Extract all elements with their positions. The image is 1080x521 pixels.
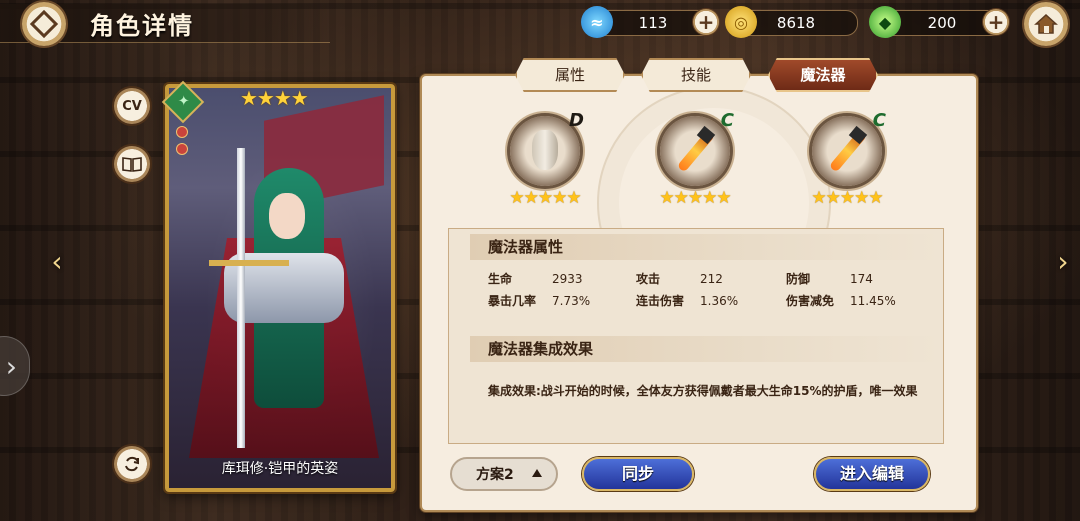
vase-icon	[532, 130, 558, 170]
swap-card-button[interactable]	[114, 446, 150, 482]
add-crystal-button[interactable]: +	[693, 9, 719, 35]
stat-attack: 攻击 212	[636, 270, 723, 287]
plan-label: 方案2	[476, 467, 514, 483]
stat-value: 2933	[552, 272, 583, 286]
stat-damage-reduction: 伤害减免 11.45%	[786, 292, 896, 309]
sync-label: 同步	[621, 464, 654, 483]
stat-combo-damage: 连击伤害 1.36%	[636, 292, 738, 309]
character-card	[165, 84, 395, 492]
trait-dot	[176, 126, 188, 138]
stat-value: 7.73%	[552, 294, 591, 308]
stat-key: 攻击	[636, 272, 661, 286]
artifact-rank: C	[720, 110, 734, 131]
top-bar: 角色详情 ≈ 113 + ◎ 8618 ◆ 200 +	[0, 0, 1080, 46]
artifact-rank: C	[872, 110, 886, 131]
next-character-arrow[interactable]: ›	[1052, 243, 1074, 279]
tab-label: 魔法器	[800, 66, 846, 84]
edit-label: 进入编辑	[839, 464, 904, 483]
card-stars: ★★★★	[240, 86, 309, 110]
stat-key: 连击伤害	[636, 294, 685, 308]
artifact-stars: ★★★★★	[811, 188, 883, 208]
diamond-icon	[29, 9, 59, 39]
stat-value: 174	[850, 272, 873, 286]
stat-value: 212	[700, 272, 723, 286]
wind-icon: ✦	[177, 93, 190, 110]
stat-crit-rate: 暴击几率 7.73%	[488, 292, 590, 309]
home-button[interactable]	[1024, 2, 1068, 46]
face-art	[269, 193, 305, 239]
artifact-stars: ★★★★★	[659, 188, 731, 208]
stat-key: 伤害减免	[786, 294, 835, 308]
stat-value: 11.45%	[850, 294, 896, 308]
cv-label: CV	[122, 98, 142, 114]
section-title-attributes: 魔法器属性	[470, 234, 940, 260]
page-title: 角色详情	[90, 12, 194, 40]
sword-art	[237, 148, 245, 448]
resource-leaf-gem: ◆ 200 +	[869, 6, 1009, 38]
tab-artifacts[interactable]: 魔法器	[768, 58, 878, 92]
artifact-slot-2[interactable]: C ★★★★★	[655, 110, 735, 208]
back-button[interactable]	[22, 2, 66, 46]
stat-key: 生命	[488, 272, 513, 286]
resource-crystal: ≈ 113 +	[581, 6, 719, 38]
artifact-slot-1[interactable]: D ★★★★★	[505, 110, 585, 208]
card-name: 库珥修·铠甲的英姿	[221, 461, 339, 477]
stat-key: 防御	[786, 272, 811, 286]
resource-value: 8618	[776, 14, 816, 32]
set-effect-text: 集成效果:战斗开始的时候，全体友方获得佩戴者最大生命15%的护盾，唯一效果	[488, 384, 918, 398]
section-title-set-effect: 魔法器集成效果	[470, 336, 940, 362]
swap-icon	[125, 456, 139, 472]
enter-edit-button[interactable]: 进入编辑	[814, 457, 930, 491]
sync-button[interactable]: 同步	[582, 457, 694, 491]
add-leaf-gem-button[interactable]: +	[983, 9, 1009, 35]
resource-gold: ◎ 8618	[725, 6, 858, 38]
tab-attributes[interactable]: 属性	[515, 58, 625, 92]
stat-key: 暴击几率	[488, 294, 537, 308]
stat-hp: 生命 2933	[488, 270, 583, 287]
prev-character-arrow[interactable]: ‹	[46, 243, 68, 279]
trait-dot	[176, 143, 188, 155]
artifact-orb: C	[660, 110, 734, 186]
artifact-rank: D	[569, 110, 584, 131]
stat-value: 1.36%	[700, 294, 739, 308]
caret-up-icon	[532, 469, 542, 477]
artifact-orb: C	[812, 110, 886, 186]
side-drawer-toggle[interactable]: ›	[0, 336, 30, 396]
tab-skills[interactable]: 技能	[641, 58, 751, 92]
plan-select[interactable]: 方案2	[450, 457, 558, 491]
artifact-stars: ★★★★★	[509, 188, 581, 208]
sword-guard-art	[209, 260, 289, 266]
artifact-slot-3[interactable]: C ★★★★★	[807, 110, 887, 208]
book-icon	[122, 157, 142, 172]
tab-label: 技能	[680, 66, 711, 84]
story-book-button[interactable]	[114, 146, 150, 182]
tab-label: 属性	[554, 66, 585, 84]
artifact-orb: D	[510, 110, 584, 186]
stat-defense: 防御 174	[786, 270, 873, 287]
home-icon	[1034, 13, 1058, 34]
cv-button[interactable]: CV	[114, 88, 150, 124]
